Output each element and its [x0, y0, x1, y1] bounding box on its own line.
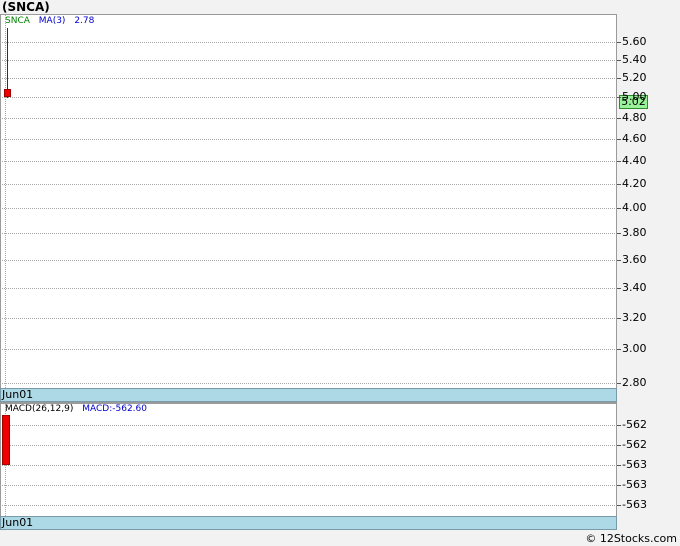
price-x-tick-label: Jun01	[2, 388, 34, 401]
price-y-tick-label: 5.00	[622, 90, 647, 103]
price-y-tick-label: 4.20	[622, 177, 647, 190]
price-y-tick	[617, 288, 621, 289]
price-legend: SNCA MA(3) 2.78	[5, 16, 100, 26]
macd-gridline	[0, 425, 615, 426]
macd-y-tick	[617, 445, 621, 446]
price-gridline	[0, 383, 615, 384]
chart-title: (SNCA)	[2, 0, 50, 14]
price-gridline	[0, 208, 615, 209]
macd-x-axis-strip	[0, 516, 617, 530]
price-gridline	[0, 318, 615, 319]
macd-gridline	[0, 445, 615, 446]
price-y-tick	[617, 161, 621, 162]
price-candle	[4, 89, 11, 97]
price-y-tick-label: 5.20	[622, 71, 647, 84]
price-y-tick-label: 4.60	[622, 132, 647, 145]
price-gridline	[0, 139, 615, 140]
price-y-tick	[617, 318, 621, 319]
macd-gridline	[0, 505, 615, 506]
price-y-tick	[617, 42, 621, 43]
price-y-tick	[617, 184, 621, 185]
legend-symbol: SNCA	[5, 16, 30, 26]
price-gridline	[0, 184, 615, 185]
price-y-tick	[617, 260, 621, 261]
price-y-tick-label: 4.40	[622, 154, 647, 167]
price-y-tick-label: 3.80	[622, 226, 647, 239]
macd-y-tick-label: -563	[622, 498, 647, 511]
price-y-tick-label: 3.40	[622, 281, 647, 294]
price-y-tick-label: 3.00	[622, 342, 647, 355]
price-y-tick	[617, 349, 621, 350]
macd-y-tick	[617, 485, 621, 486]
macd-y-tick-label: -563	[622, 458, 647, 471]
legend-macd-value: MACD:-562.60	[82, 404, 147, 414]
legend-ma-value: 2.78	[74, 16, 95, 26]
macd-gridline	[0, 485, 615, 486]
legend-ma-label: MA(3)	[38, 16, 66, 26]
price-x-gridline	[5, 15, 6, 388]
legend-macd-params: MACD(26,12,9)	[5, 404, 74, 414]
price-y-tick	[617, 208, 621, 209]
price-candle-wick	[7, 28, 8, 99]
macd-gridline	[0, 465, 615, 466]
price-y-tick-label: 4.80	[622, 111, 647, 124]
price-y-tick	[617, 97, 621, 98]
macd-panel	[0, 403, 617, 530]
price-y-tick	[617, 60, 621, 61]
price-y-tick-label: 2.80	[622, 376, 647, 389]
price-y-tick-label: 5.40	[622, 53, 647, 66]
price-y-tick-label: 3.60	[622, 253, 647, 266]
macd-y-tick-label: -563	[622, 478, 647, 491]
price-y-tick-label: 3.20	[622, 311, 647, 324]
price-gridline	[0, 233, 615, 234]
price-y-tick-label: 4.00	[622, 201, 647, 214]
macd-y-tick	[617, 465, 621, 466]
price-y-tick	[617, 383, 621, 384]
watermark: © 12Stocks.com	[585, 532, 677, 545]
price-gridline	[0, 288, 615, 289]
price-gridline	[0, 42, 615, 43]
macd-legend: MACD(26,12,9) MACD:-562.60	[5, 404, 153, 414]
macd-x-tick-label: Jun01	[2, 516, 34, 529]
price-y-tick	[617, 139, 621, 140]
price-gridline	[0, 78, 615, 79]
macd-y-tick	[617, 505, 621, 506]
price-gridline	[0, 349, 615, 350]
price-gridline	[0, 97, 615, 98]
price-y-tick	[617, 118, 621, 119]
macd-bar	[2, 415, 10, 465]
price-gridline	[0, 260, 615, 261]
price-y-tick	[617, 233, 621, 234]
price-x-axis-strip	[0, 388, 617, 402]
price-gridline	[0, 161, 615, 162]
macd-y-tick	[617, 425, 621, 426]
price-y-tick-label: 5.60	[622, 35, 647, 48]
macd-y-tick-label: -562	[622, 418, 647, 431]
macd-y-tick-label: -562	[622, 438, 647, 451]
price-gridline	[0, 60, 615, 61]
price-gridline	[0, 118, 615, 119]
price-y-tick	[617, 78, 621, 79]
